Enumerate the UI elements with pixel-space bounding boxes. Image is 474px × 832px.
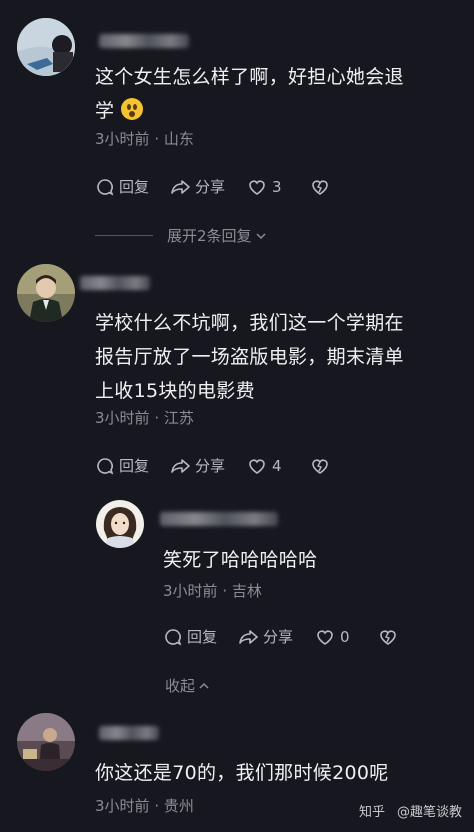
avatar[interactable] xyxy=(96,500,144,548)
share-icon xyxy=(171,179,190,194)
like-button[interactable]: 4 xyxy=(247,456,282,476)
fearful-face-emoji-icon xyxy=(120,98,143,120)
reply-icon xyxy=(165,628,182,646)
dislike-button[interactable] xyxy=(378,627,402,647)
heart-icon xyxy=(317,629,333,645)
collapse-replies-link[interactable]: 收起 xyxy=(165,675,211,696)
broken-heart-icon xyxy=(311,458,328,474)
dislike-button[interactable] xyxy=(310,456,334,476)
username-blurred[interactable] xyxy=(99,726,159,740)
comment-meta: 3小时前 · 贵州 xyxy=(95,797,194,815)
share-icon xyxy=(171,458,190,473)
comment-actions: 回复 分享 0 xyxy=(163,626,424,647)
share-button[interactable]: 分享 xyxy=(171,176,225,197)
like-button[interactable]: 0 xyxy=(315,627,350,647)
heart-icon xyxy=(249,458,265,474)
broken-heart-icon xyxy=(311,179,328,195)
like-button[interactable]: 3 xyxy=(247,177,282,197)
username-blurred[interactable] xyxy=(160,512,278,526)
comment-text: 笑死了哈哈哈哈哈 xyxy=(163,549,318,571)
comment-actions: 回复 分享 4 xyxy=(95,455,356,476)
comment-text: 学校什么不坑啊，我们这一个学期在 报告厅放了一场盗版电影，期末清单 上收15块的… xyxy=(95,312,404,402)
reply-button[interactable]: 回复 xyxy=(163,626,217,647)
divider xyxy=(95,235,153,236)
chevron-up-icon xyxy=(199,682,209,689)
avatar[interactable] xyxy=(17,713,75,771)
share-button[interactable]: 分享 xyxy=(171,455,225,476)
comment-text: 这个女生怎么样了啊，好担心她会退 学 xyxy=(95,66,404,122)
avatar[interactable] xyxy=(17,264,75,322)
watermark: 知乎 @趣笔谈教 xyxy=(358,805,462,820)
share-button[interactable]: 分享 xyxy=(239,626,293,647)
reply-button[interactable]: 回复 xyxy=(95,455,149,476)
reply-icon xyxy=(97,178,114,196)
chevron-down-icon xyxy=(256,232,266,239)
username-blurred[interactable] xyxy=(99,34,189,48)
share-icon xyxy=(239,629,258,644)
avatar[interactable] xyxy=(17,18,75,76)
heart-icon xyxy=(249,179,265,195)
username-blurred[interactable] xyxy=(80,276,150,290)
comment-text: 你这还是70的，我们那时候200呢 xyxy=(95,762,389,784)
comment-meta: 3小时前 · 江苏 xyxy=(95,409,194,427)
reply-button[interactable]: 回复 xyxy=(95,176,149,197)
comment-actions: 回复 分享 3 xyxy=(95,176,356,197)
dislike-button[interactable] xyxy=(310,177,334,197)
reply-icon xyxy=(97,457,114,475)
comment-meta: 3小时前 · 山东 xyxy=(95,130,194,148)
expand-replies-link[interactable]: 展开2条回复 xyxy=(95,225,268,246)
comment-meta: 3小时前 · 吉林 xyxy=(163,582,262,600)
broken-heart-icon xyxy=(379,629,396,645)
